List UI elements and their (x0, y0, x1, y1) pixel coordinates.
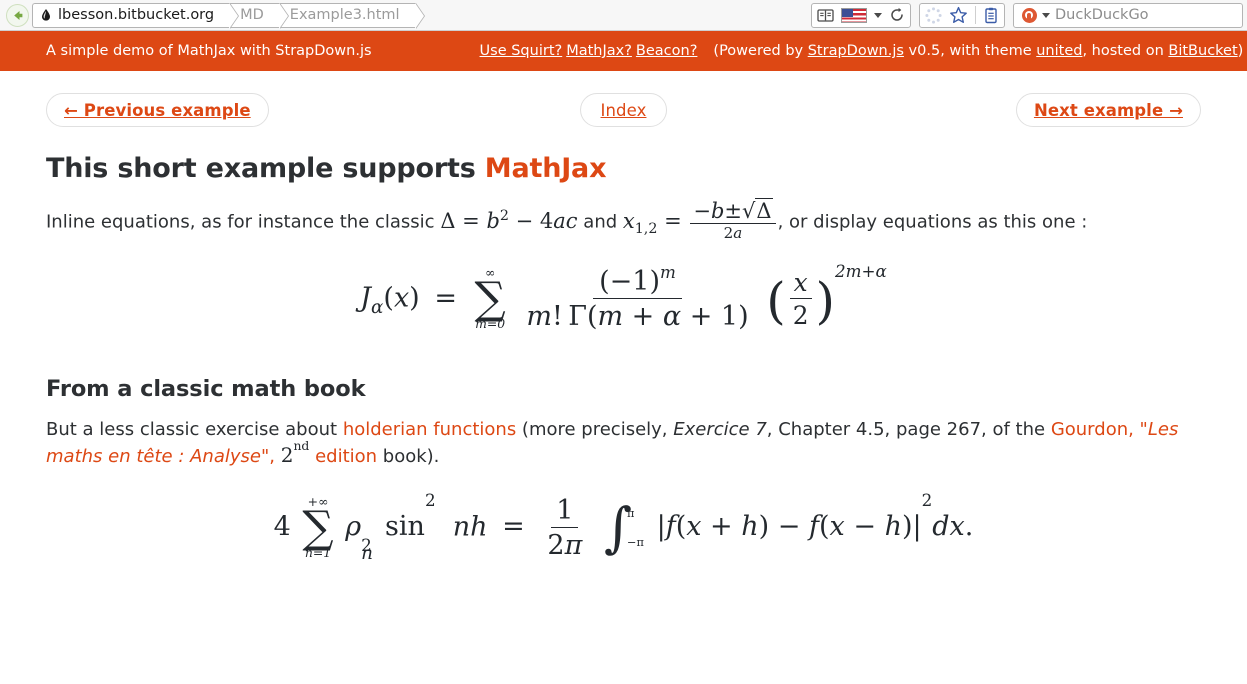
back-button[interactable] (6, 3, 29, 27)
inline-math-discriminant: Δ = b2 − 4ac (440, 207, 578, 233)
navbar-link-theme[interactable]: united (1036, 43, 1082, 59)
gourdon-link-plain: Gourdon, " (1050, 419, 1148, 441)
navbar-link-bitbucket[interactable]: BitBucket (1168, 43, 1237, 59)
droplet-icon (39, 8, 53, 22)
page-content: ← Previous example Index Next example → … (0, 93, 1247, 565)
toolbar-right-group: DuckDuckGo (811, 2, 1243, 28)
navbar-link-beacon[interactable]: Beacon? (636, 43, 697, 59)
navbar-links: Use Squirt? MathJax? Beacon? (480, 43, 698, 59)
book-part-4: book). (377, 445, 440, 467)
exercise-reference: Exercice 7 (673, 419, 767, 441)
intro-paragraph: Inline equations, as for instance the cl… (46, 198, 1201, 244)
section-title: From a classic math book (46, 376, 366, 403)
intro-part-1: Inline equations, as for instance the cl… (46, 211, 441, 233)
gourdon-link-quote: " (260, 445, 270, 467)
search-input-placeholder[interactable]: DuckDuckGo (1055, 7, 1149, 23)
page-title-plain: This short example supports (46, 153, 485, 184)
breadcrumb-item-host[interactable]: lbesson.bitbucket.org (32, 2, 240, 29)
navbar-close-paren: ) (1237, 43, 1244, 59)
navbar-link-strapdown[interactable]: StrapDown.js (808, 43, 904, 59)
book-part-2: (more precisely, (516, 419, 674, 441)
browser-actions-group (919, 2, 1005, 28)
reader-mode-icon[interactable] (817, 5, 834, 26)
ordinal-superscript: nd (293, 438, 310, 454)
inline-math-roots: x1,2 = −b±√Δ 2a (623, 198, 778, 242)
browser-toolbar: lbesson.bitbucket.org MD Example3.html D… (0, 0, 1247, 31)
page-actions-group (811, 2, 911, 28)
duckduckgo-icon[interactable] (1022, 7, 1037, 23)
display-equation-holderian: 4 +∞ ∑ n=1 ρ2n sin2 nh = 1 2π ∫ π −π |f(x… (273, 489, 974, 565)
breadcrumb-item-file[interactable]: Example3.html (279, 2, 425, 29)
loading-spinner-icon (925, 5, 942, 26)
example-nav-row: ← Previous example Index Next example → (46, 93, 1201, 127)
page-title: This short example supports MathJax (46, 153, 1201, 184)
summation-operator-2: +∞ ∑ n=1 (302, 494, 334, 561)
intro-part-2: and (577, 211, 623, 233)
bessel-fraction: (−1)m m! Γ(m + α + 1) (526, 261, 749, 333)
us-flag-icon[interactable] (841, 5, 867, 26)
ordinal-math: 2nd (280, 438, 310, 467)
navbar-brand: A simple demo of MathJax with StrapDown.… (46, 43, 372, 59)
holderian-functions-link[interactable]: holderian functions (343, 419, 516, 440)
back-arrow-icon (10, 8, 25, 23)
page-title-accent: MathJax (484, 153, 607, 184)
breadcrumb-host-label: lbesson.bitbucket.org (58, 7, 215, 23)
book-paragraph: But a less classic exercise about holder… (46, 418, 1201, 469)
half-pi-fraction: 1 2π (547, 494, 583, 561)
edition-word: edition (309, 445, 378, 467)
breadcrumb-file-label: Example3.html (289, 7, 400, 23)
display-equation-bessel: Jα(x) = ∞ ∑ m=0 (−1)m m! Γ(m + α + 1) (x… (360, 261, 887, 333)
reload-icon[interactable] (889, 5, 905, 26)
site-navbar: A simple demo of MathJax with StrapDown.… (0, 31, 1247, 71)
ordinal-base: 2 (280, 442, 294, 467)
book-comma: , (269, 445, 281, 467)
navbar-hosted-text: , hosted on (1082, 43, 1164, 59)
navbar-link-squirt[interactable]: Use Squirt? (480, 43, 563, 59)
integral-limits: π −π (627, 506, 644, 549)
search-bar[interactable]: DuckDuckGo (1013, 2, 1243, 28)
index-button[interactable]: Index (579, 93, 668, 127)
next-example-button[interactable]: Next example → (1015, 93, 1201, 127)
navbar-credit-prefix: (Powered by (713, 43, 804, 59)
breadcrumb-folder-label: MD (240, 7, 264, 23)
intro-part-3: , or display equations as this one : (777, 211, 1088, 233)
search-engine-caret-icon[interactable] (1042, 12, 1050, 18)
bookmark-star-icon[interactable] (949, 5, 968, 26)
book-part-1: But a less classic exercise about (46, 419, 343, 441)
language-caret-icon[interactable] (874, 5, 882, 26)
clipboard-icon[interactable] (983, 5, 999, 26)
navbar-credit: (Powered by StrapDown.js v0.5, with them… (713, 43, 1243, 59)
summation-operator: ∞ ∑ m=0 (474, 265, 506, 332)
previous-example-button[interactable]: ← Previous example (46, 93, 269, 127)
book-part-3: , Chapter 4.5, page 267, of the (766, 419, 1051, 441)
navbar-version-text: v0.5, with theme (908, 43, 1032, 59)
breadcrumb[interactable]: lbesson.bitbucket.org MD Example3.html (32, 2, 425, 29)
navbar-link-mathjax[interactable]: MathJax? (566, 43, 632, 59)
toolbar-divider (975, 6, 976, 24)
